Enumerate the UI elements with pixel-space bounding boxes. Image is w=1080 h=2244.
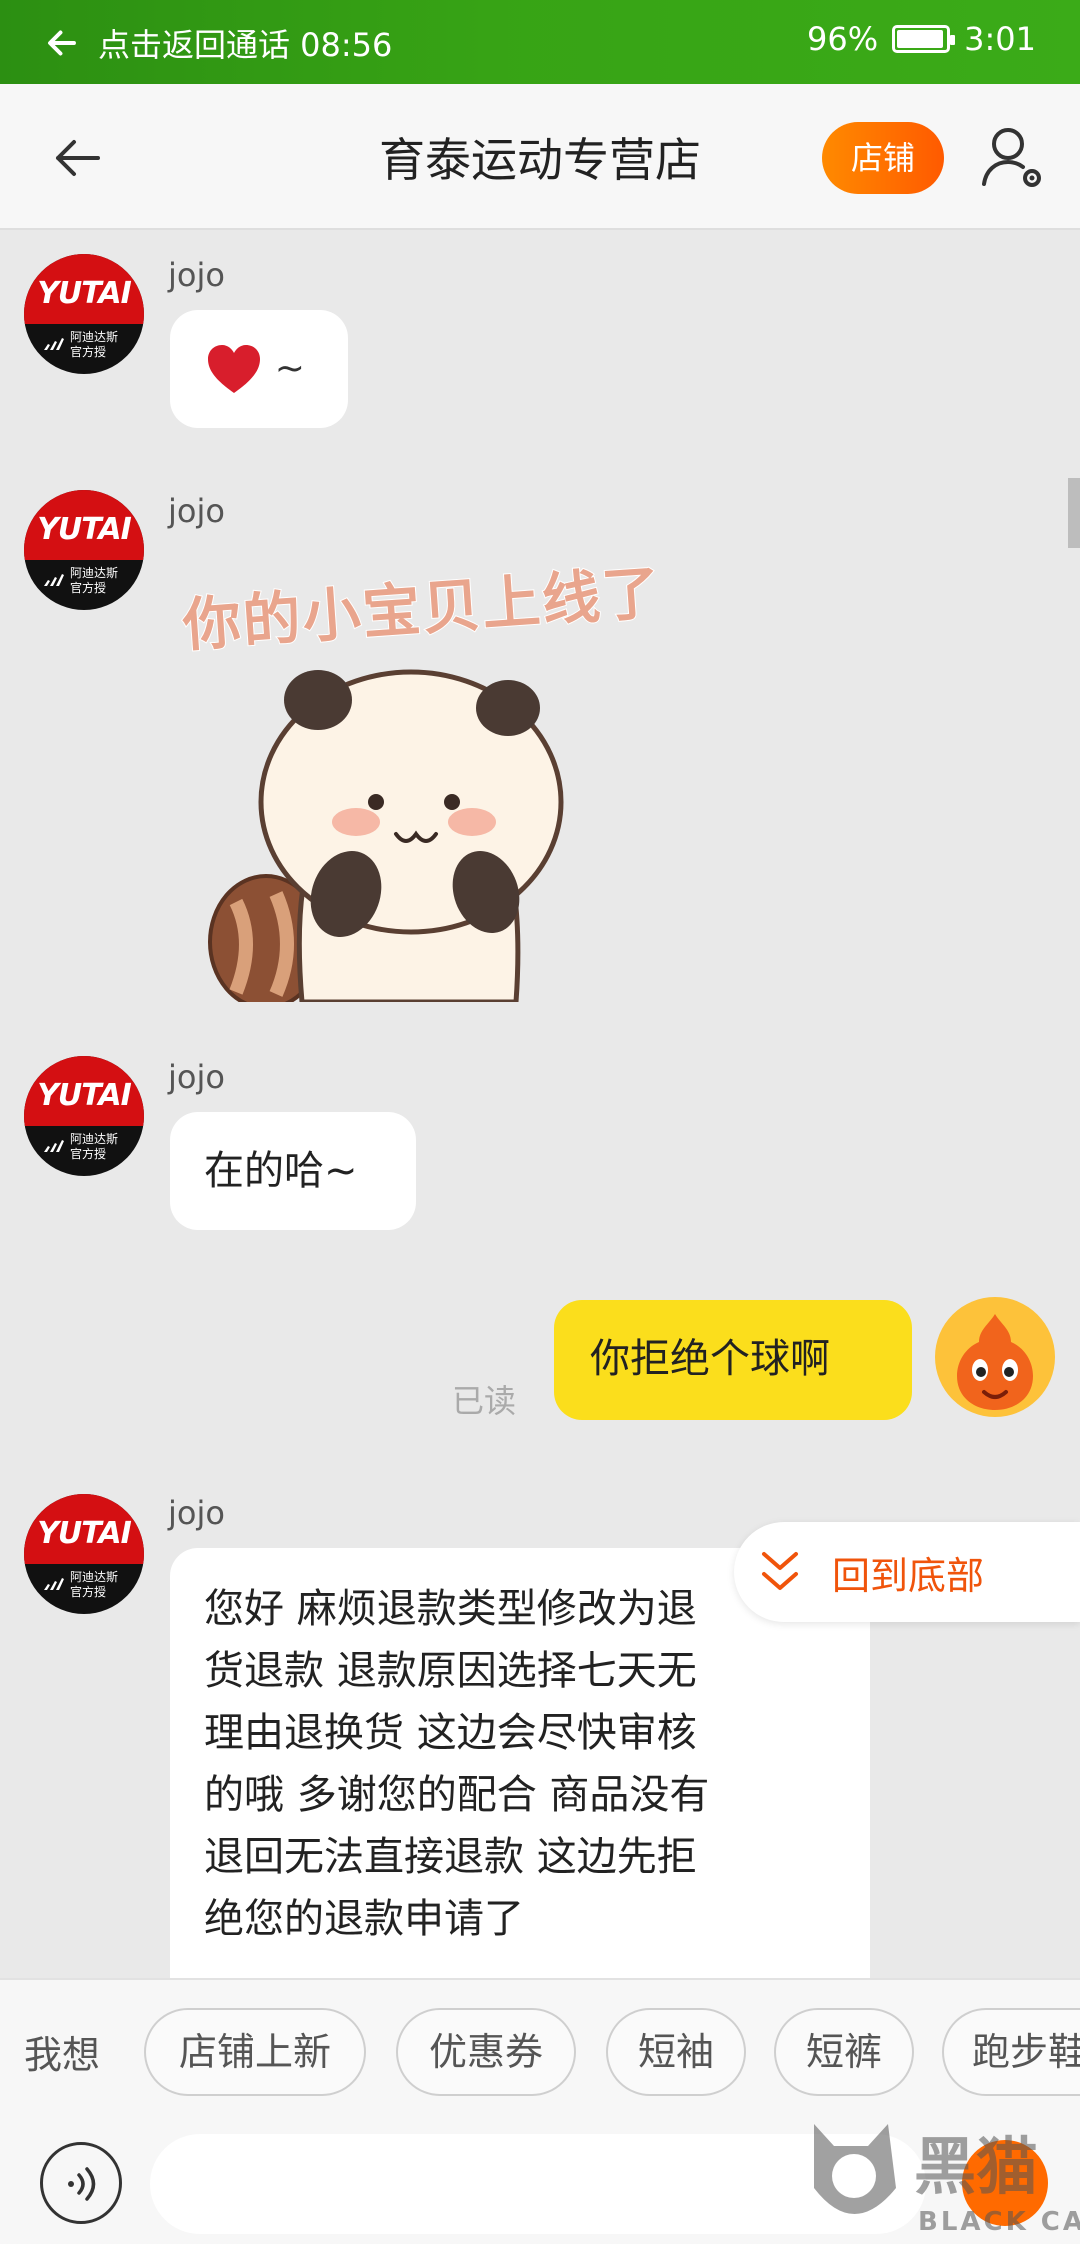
quick-label: 我想 xyxy=(24,2033,101,2077)
chat-header: 育泰运动专营店 店铺 xyxy=(0,84,1080,230)
shop-avatar[interactable]: YUTAI 阿迪达斯 官方授 xyxy=(24,1494,144,1614)
quick-suggestions: 我想 店铺上新 优惠券 短袖 短裤 跑步鞋 xyxy=(0,1978,1080,2122)
go-to-bottom-label: 回到底部 xyxy=(832,1553,985,1598)
svg-text:黑猫: 黑猫 xyxy=(914,2130,1038,2203)
sticker-caption: 你的小宝贝上线了 xyxy=(180,557,666,660)
avatar-logo-text: YUTAI xyxy=(37,276,132,311)
avatar-logo-sub: 阿迪达斯 官方授 xyxy=(70,566,119,595)
heart-icon xyxy=(208,345,260,393)
chip-short-sleeves[interactable]: 短袖 xyxy=(606,2008,746,2096)
clock: 3:01 xyxy=(964,20,1036,58)
avatar-logo-sub: 阿迪达斯 官方授 xyxy=(70,1132,119,1161)
scrollbar[interactable] xyxy=(1068,478,1080,548)
sender-name: jojo xyxy=(168,1494,225,1532)
shop-button[interactable]: 店铺 xyxy=(822,122,944,194)
avatar-logo-text: YUTAI xyxy=(37,512,132,547)
tilde-text: ~ xyxy=(274,348,305,389)
message-bubble[interactable]: 在的哈~ xyxy=(170,1112,416,1230)
avatar-logo-text: YUTAI xyxy=(37,1078,132,1113)
arrow-left-icon xyxy=(48,30,76,56)
status-bar: 点击返回通话 08:56 96% 3:01 xyxy=(0,0,1080,84)
chip-new-arrivals[interactable]: 店铺上新 xyxy=(144,2008,366,2096)
my-avatar[interactable] xyxy=(934,1296,1056,1418)
read-status: 已读 xyxy=(452,1382,517,1420)
battery-percent: 96% xyxy=(807,20,879,58)
message-line: 绝您的退款申请了 xyxy=(204,1896,524,1942)
chat-area[interactable]: YUTAI 阿迪达斯 官方授 jojo ~ YUTAI 阿迪达斯 官方授 jojo … xyxy=(0,232,1080,1978)
message-line: 货退款 退款原因选择七天无 xyxy=(204,1648,697,1694)
adidas-logo-icon xyxy=(44,1140,64,1152)
svg-text:BLACK CAT: BLACK CAT xyxy=(918,2207,1080,2237)
shop-avatar[interactable]: YUTAI 阿迪达斯 官方授 xyxy=(24,490,144,610)
battery-fill xyxy=(897,30,944,48)
my-message-bubble[interactable]: 你拒绝个球啊 xyxy=(554,1300,912,1420)
go-to-bottom-button[interactable]: 回到底部 xyxy=(734,1522,1080,1622)
message-bubble[interactable]: ~ xyxy=(170,310,348,428)
battery-icon xyxy=(892,25,956,53)
message-line: 理由退换货 这边会尽快审核 xyxy=(204,1710,697,1756)
avatar-logo-sub: 阿迪达斯 官方授 xyxy=(70,330,119,359)
call-text: 点击返回通话 08:56 xyxy=(98,26,393,64)
user-settings-icon[interactable] xyxy=(976,120,1050,194)
chip-running-shoes[interactable]: 跑步鞋 xyxy=(942,2008,1080,2096)
adidas-logo-icon xyxy=(44,338,64,350)
shop-avatar[interactable]: YUTAI 阿迪达斯 官方授 xyxy=(24,254,144,374)
sender-name: jojo xyxy=(168,256,225,294)
sender-name: jojo xyxy=(168,1058,225,1096)
chip-coupons[interactable]: 优惠券 xyxy=(396,2008,576,2096)
black-cat-watermark: 黑猫 BLACK CAT xyxy=(814,2124,1080,2237)
shop-avatar[interactable]: YUTAI 阿迪达斯 官方授 xyxy=(24,1056,144,1176)
sender-name: jojo xyxy=(168,492,225,530)
status-right: 96% 3:01 xyxy=(807,20,1036,58)
message-line: 的哦 多谢您的配合 商品没有 xyxy=(204,1772,710,1818)
adidas-logo-icon xyxy=(44,574,64,586)
message-text: 你拒绝个球啊 xyxy=(590,1336,830,1382)
chip-shorts[interactable]: 短裤 xyxy=(774,2008,914,2096)
voice-icon xyxy=(68,2167,96,2201)
panda-sticker[interactable] xyxy=(206,662,596,1002)
message-line: 退回无法直接退款 这边先拒 xyxy=(204,1834,697,1880)
voice-button[interactable] xyxy=(40,2142,122,2224)
double-chevron-down-icon xyxy=(762,1552,798,1590)
message-text: 在的哈~ xyxy=(204,1148,358,1194)
adidas-logo-icon xyxy=(44,1578,64,1590)
avatar-logo-sub: 阿迪达斯 官方授 xyxy=(70,1570,119,1599)
avatar-logo-text: YUTAI xyxy=(37,1516,132,1551)
return-to-call[interactable]: 点击返回通话 08:56 xyxy=(44,20,392,66)
